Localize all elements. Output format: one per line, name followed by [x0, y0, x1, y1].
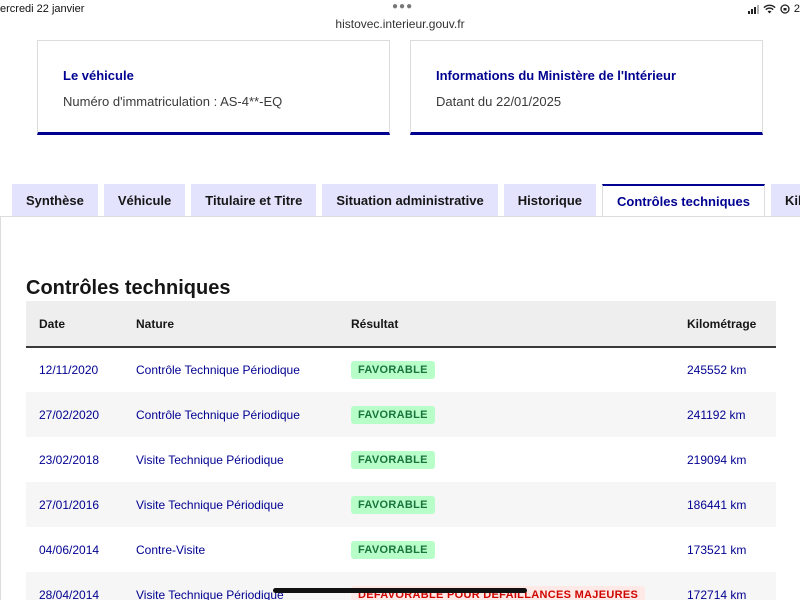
- tab-controles-techniques[interactable]: Contrôles techniques: [602, 184, 765, 216]
- inspections-table: Date Nature Résultat Kilométrage 12/11/2…: [26, 301, 776, 600]
- wifi-icon: [763, 4, 776, 14]
- row-mileage: 245552 km: [687, 363, 747, 377]
- row-date: 27/01/2016: [39, 497, 100, 512]
- ministry-card-title: Informations du Ministère de l'Intérieur: [436, 68, 677, 83]
- tab-situation-administrative[interactable]: Situation administrative: [322, 184, 498, 216]
- row-nature: Visite Technique Périodique: [136, 587, 284, 600]
- table-row: 12/11/2020 Contrôle Technique Périodique…: [26, 347, 776, 392]
- row-mileage: 172714 km: [687, 587, 747, 600]
- table-row: 27/02/2020 Contrôle Technique Périodique…: [26, 392, 776, 437]
- row-mileage: 241192 km: [687, 407, 746, 422]
- tab-vehicule[interactable]: Véhicule: [103, 184, 186, 216]
- table-row: 23/02/2018 Visite Technique Périodique F…: [26, 437, 776, 482]
- table-row: 04/06/2014 Contre-Visite FAVORABLE 17352…: [26, 527, 776, 572]
- row-nature: Contrôle Technique Périodique: [136, 407, 300, 422]
- url-bar[interactable]: histovec.interieur.gouv.fr: [0, 17, 800, 31]
- signal-icon: [747, 4, 759, 14]
- result-badge: FAVORABLE: [351, 450, 435, 469]
- status-bar: ercredi 22 janvier ●●● histovec.interieu…: [0, 0, 800, 36]
- status-date: ercredi 22 janvier: [0, 3, 85, 15]
- rotation-lock-icon: [780, 4, 790, 14]
- row-date: 23/02/2018: [39, 452, 100, 467]
- column-header-result: Résultat: [338, 301, 674, 348]
- tab-titulaire[interactable]: Titulaire et Titre: [191, 184, 317, 216]
- tab-panel: Contrôles techniques Date Nature Résulta…: [0, 216, 800, 600]
- tab-bar: Synthèse Véhicule Titulaire et Titre Sit…: [12, 184, 800, 216]
- row-date: 27/02/2020: [39, 407, 100, 422]
- section-title: Contrôles techniques: [26, 277, 231, 299]
- column-header-nature: Nature: [123, 301, 338, 348]
- table-row: 28/04/2014 Visite Technique Périodique D…: [26, 572, 776, 600]
- result-badge: FAVORABLE: [351, 405, 435, 424]
- tab-historique[interactable]: Historique: [503, 184, 597, 216]
- row-nature: Visite Technique Périodique: [136, 497, 284, 512]
- row-mileage: 173521 km: [687, 542, 747, 557]
- status-icons: 2: [747, 3, 800, 15]
- data-date: Datant du 22/01/2025: [436, 94, 562, 109]
- row-mileage: 186441 km: [687, 497, 747, 512]
- home-indicator[interactable]: [273, 588, 527, 593]
- table-header-row: Date Nature Résultat Kilométrage: [26, 301, 776, 348]
- row-mileage: 219094 km: [687, 452, 747, 467]
- vehicle-card-title: Le véhicule: [63, 68, 134, 83]
- row-date: 28/04/2014: [39, 587, 100, 600]
- row-nature: Contre-Visite: [136, 542, 206, 557]
- registration-number: Numéro d'immatriculation : AS-4**-EQ: [63, 94, 283, 109]
- result-badge: FAVORABLE: [351, 361, 435, 379]
- column-header-mileage: Kilométrage: [674, 301, 776, 348]
- table-row: 27/01/2016 Visite Technique Périodique F…: [26, 482, 776, 527]
- ministry-card: Informations du Ministère de l'Intérieur…: [410, 40, 763, 135]
- tab-synthese[interactable]: Synthèse: [12, 184, 98, 216]
- row-nature: Visite Technique Périodique: [136, 452, 284, 467]
- result-badge: FAVORABLE: [351, 495, 435, 514]
- tab-kilometrage[interactable]: Kil: [770, 184, 800, 216]
- row-date: 12/11/2020: [39, 363, 99, 377]
- vehicle-card: Le véhicule Numéro d'immatriculation : A…: [37, 40, 390, 135]
- result-badge: FAVORABLE: [351, 540, 435, 559]
- row-nature: Contrôle Technique Périodique: [136, 363, 300, 377]
- column-header-date: Date: [26, 301, 123, 348]
- battery-percent: 2: [793, 3, 800, 15]
- row-date: 04/06/2014: [39, 542, 100, 557]
- more-dots-icon[interactable]: ●●●: [392, 1, 413, 12]
